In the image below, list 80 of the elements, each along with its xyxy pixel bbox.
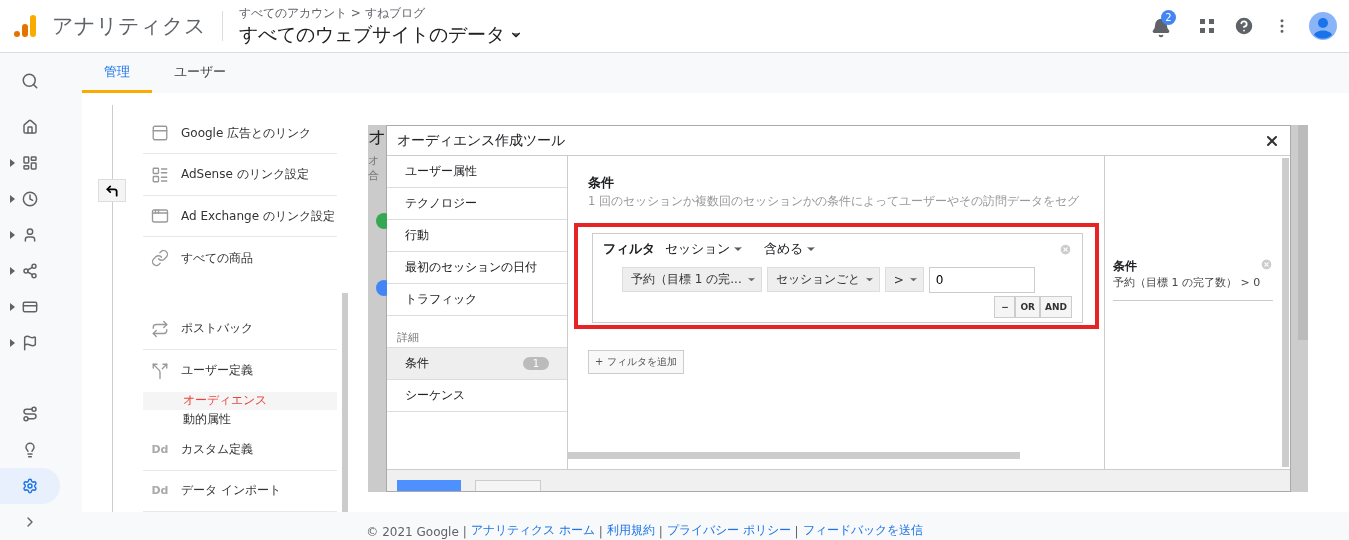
logic-button[interactable]: AND — [1040, 296, 1072, 318]
menu-item[interactable]: Dd カスタム定義 — [143, 429, 337, 471]
avatar[interactable] — [1309, 12, 1337, 40]
mode-dropdown[interactable]: 含める — [764, 240, 817, 258]
dashboard-icon — [22, 155, 38, 171]
footer-link[interactable]: プライバシー ポリシー — [666, 522, 791, 539]
link-icon — [151, 249, 169, 268]
menu-item[interactable]: ユーザー定義 — [143, 350, 337, 392]
fork-icon — [151, 361, 169, 380]
menu-item[interactable]: AdSense のリンク設定 — [143, 154, 337, 196]
section-title: 条件 — [588, 174, 615, 192]
summary-title: 条件 — [1113, 258, 1138, 275]
breadcrumb: すべてのアカウント > すねブログ — [239, 4, 426, 22]
menu-item[interactable]: Google 広告とのリンク — [143, 113, 337, 155]
back-button[interactable] — [98, 179, 126, 202]
caret-icon — [10, 339, 15, 347]
dd-icon: Dd — [149, 442, 171, 456]
menu-item[interactable]: ポストバック — [143, 308, 337, 351]
submenu-item[interactable]: 動的属性 — [143, 410, 337, 430]
summary-text: 予約（目標 1 の完了数） > 0 — [1113, 275, 1261, 290]
product-name: アナリティクス — [52, 11, 223, 41]
metric-dropdown[interactable]: 予約（目標 1 の完... — [622, 267, 762, 292]
caret-icon — [10, 195, 15, 203]
tab[interactable]: ユーザー — [152, 53, 248, 93]
notification-badge: 2 — [1161, 10, 1176, 25]
route-icon — [22, 406, 38, 422]
branch-icon — [22, 263, 38, 279]
filter-label: フィルタ — [603, 240, 655, 258]
nav-item[interactable]: 行動 — [387, 220, 567, 252]
separator: | — [794, 525, 799, 539]
window-icon — [151, 207, 169, 226]
search-icon[interactable] — [21, 72, 39, 90]
separator: | — [598, 525, 603, 539]
footer-link[interactable]: アナリティクス ホーム — [470, 522, 595, 539]
description-text: 1 回のセッションか複数回のセッションかの条件によってユーザーやその訪問データをセグ — [588, 194, 1080, 209]
panel-icon — [151, 124, 169, 143]
arrows-icon — [151, 319, 169, 338]
operator-dropdown[interactable]: > — [884, 267, 924, 292]
menu-item[interactable]: すべての商品 — [143, 237, 337, 279]
lightbulb-icon — [22, 442, 38, 458]
scope-dropdown[interactable]: セッション — [665, 240, 744, 258]
per-dropdown[interactable]: セッションごと — [766, 267, 880, 292]
nav-item[interactable]: トラフィック — [387, 284, 567, 316]
back-arrow-icon — [105, 183, 119, 198]
nav-item[interactable]: 条件 1 — [387, 348, 567, 380]
add-filter-button[interactable]: + フィルタを追加 — [588, 350, 684, 374]
page-title: オ — [368, 125, 386, 149]
settings-icon — [22, 478, 38, 494]
menu-item[interactable]: Dd データ インポート — [143, 470, 337, 512]
caret-icon — [10, 159, 15, 167]
separator: | — [658, 525, 663, 539]
dialog-title: オーディエンス作成ツール — [397, 131, 565, 150]
copyright: © 2021 Google — [366, 525, 459, 539]
footer-link[interactable]: 利用規約 — [606, 522, 655, 539]
apps-icon[interactable] — [1199, 18, 1215, 34]
logic-button[interactable]: OR — [1015, 296, 1041, 318]
footer-link[interactable]: フィードバックを送信 — [802, 522, 923, 539]
home-icon — [22, 119, 38, 135]
flag-icon — [22, 335, 38, 351]
nav-item[interactable] — [0, 468, 60, 504]
analytics-logo — [12, 13, 38, 39]
description-text: オ — [368, 153, 379, 168]
separator: | — [462, 525, 467, 539]
clock-icon — [22, 191, 38, 207]
notifications-button[interactable]: 2 — [1149, 10, 1181, 42]
help-icon[interactable] — [1233, 15, 1255, 37]
view-selector[interactable]: すべてのウェブサイトのデータ — [239, 21, 523, 48]
person-icon — [22, 227, 38, 243]
caret-icon — [10, 303, 15, 311]
dd-icon: Dd — [149, 484, 171, 498]
description-text: 合 — [368, 168, 379, 183]
count-badge: 1 — [522, 357, 549, 370]
card-icon — [22, 299, 38, 315]
submenu-item[interactable]: オーディエンス — [143, 391, 337, 411]
menu-item[interactable]: Ad Exchange のリンク設定 — [143, 195, 337, 238]
caret-icon — [10, 231, 15, 239]
value-field[interactable]: 0 — [928, 267, 1035, 293]
caret-icon — [10, 267, 15, 275]
logic-button[interactable]: − — [994, 296, 1016, 318]
list-icon — [151, 165, 169, 184]
